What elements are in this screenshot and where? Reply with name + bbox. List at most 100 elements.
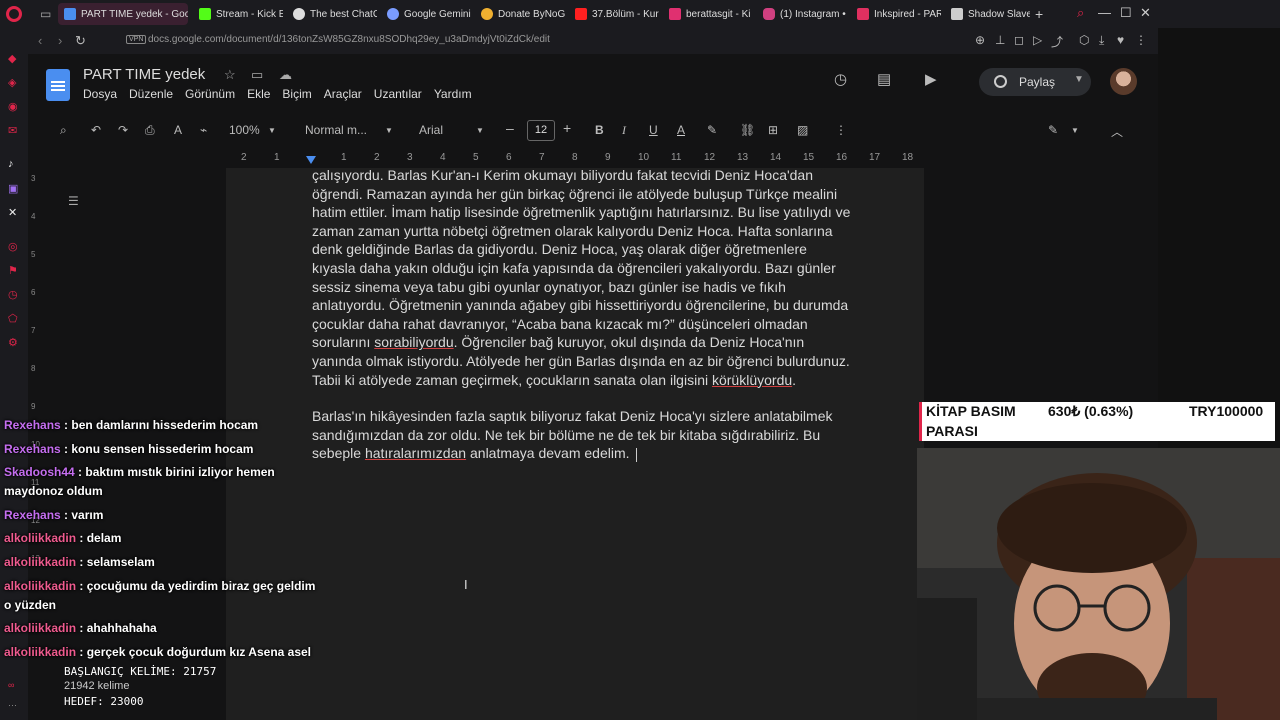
opera-logo[interactable] <box>6 6 22 22</box>
bag-icon[interactable]: ◈ <box>8 76 16 89</box>
maximize-icon[interactable]: ☐ <box>1120 5 1132 21</box>
aria-icon[interactable]: ◆ <box>8 52 16 65</box>
chevron-down-icon[interactable]: ▼ <box>476 126 484 135</box>
document-outline-icon[interactable]: ☰ <box>68 194 79 208</box>
vpn-badge[interactable]: VPN <box>126 35 147 44</box>
text-color-icon[interactable]: A <box>677 123 685 137</box>
document-page[interactable]: çalışıyordu. Barlas Kur'an-ı Kerim okuma… <box>226 166 924 720</box>
extension-icon[interactable]: ⬠ <box>8 312 18 325</box>
chevron-down-icon[interactable]: ▼ <box>1074 74 1084 85</box>
tab-menu-icon[interactable]: ▭ <box>40 7 51 21</box>
tab-youtube[interactable]: 37.Bölüm - Kur <box>569 3 659 25</box>
sidebar-more-icon[interactable]: ⋯ <box>8 700 17 711</box>
avatar[interactable] <box>1110 68 1137 95</box>
reload-icon[interactable]: ↻ <box>75 33 86 49</box>
new-tab-button[interactable]: + <box>1035 3 1055 25</box>
document-title[interactable]: PART TIME yedek <box>83 66 205 83</box>
player-icon[interactable]: ◎ <box>8 240 18 253</box>
tab-google-docs[interactable]: PART TIME yedek - Goog <box>58 3 188 25</box>
chevron-down-icon[interactable]: ▼ <box>1071 126 1079 135</box>
ticker-goal: TRY100000 <box>1189 403 1264 419</box>
twitch-icon[interactable]: ▣ <box>8 182 18 195</box>
forward-icon[interactable]: › <box>58 33 62 48</box>
menu-view[interactable]: Görünüm <box>185 87 235 101</box>
docs-logo-icon[interactable] <box>46 69 70 101</box>
tab-instagram[interactable]: (1) Instagram • <box>757 3 847 25</box>
misspelled-word[interactable]: körüklüyordu <box>712 372 792 388</box>
chevron-down-icon[interactable]: ▼ <box>268 126 276 135</box>
history-icon[interactable]: ◷ <box>8 288 18 301</box>
link-icon[interactable]: ⛓ <box>740 123 755 137</box>
menu-help[interactable]: Yardım <box>434 87 472 101</box>
extensions-icon[interactable]: ⬡ <box>1079 33 1089 47</box>
font-select[interactable]: Arial <box>419 123 443 137</box>
insert-image-icon[interactable]: ▨ <box>797 123 808 137</box>
undo-icon[interactable]: ↶ <box>91 123 101 137</box>
menu-file[interactable]: Dosya <box>83 87 117 101</box>
add-comment-icon[interactable]: ⊞ <box>768 123 778 137</box>
snapshot-icon[interactable]: ◻ <box>1014 33 1024 47</box>
bold-icon[interactable]: B <box>595 123 604 137</box>
close-icon[interactable]: ✕ <box>1140 5 1151 21</box>
tab-shadow-slave[interactable]: Shadow Slave <box>945 3 1030 25</box>
url-field[interactable]: docs.google.com/document/d/136tonZsW85GZ… <box>148 34 550 45</box>
increase-font-icon[interactable]: + <box>563 120 571 136</box>
spellcheck-icon[interactable]: A <box>174 123 182 137</box>
comments-icon[interactable]: ▤ <box>877 70 891 88</box>
menu-extensions[interactable]: Uzantılar <box>374 87 422 101</box>
cloud-status-icon[interactable]: ☁ <box>279 67 292 83</box>
tab-gemini[interactable]: Google Gemini <box>381 3 471 25</box>
indent-marker[interactable] <box>306 156 316 164</box>
print-icon[interactable]: ⎙ <box>145 123 155 138</box>
underline-icon[interactable]: U <box>649 123 658 137</box>
pin-icon[interactable]: ⊥ <box>995 33 1005 47</box>
star-icon[interactable]: ☆ <box>224 67 236 83</box>
highlight-icon[interactable]: ✎ <box>707 123 717 137</box>
version-history-icon[interactable]: ◷ <box>834 70 847 88</box>
search-menus-icon[interactable]: ⌕ <box>60 123 67 138</box>
tab-chatgpt[interactable]: The best ChatG <box>287 3 377 25</box>
paint-format-icon[interactable]: ⌁ <box>200 123 207 137</box>
play-icon[interactable]: ▷ <box>1033 33 1042 47</box>
editing-mode-icon[interactable]: ✎ <box>1048 123 1058 137</box>
bookmark-icon[interactable]: ⚑ <box>8 264 18 277</box>
settings-icon[interactable]: ⚙ <box>8 336 18 349</box>
share-icon[interactable]: ⤴ <box>1051 33 1063 50</box>
zoom-icon[interactable]: ⊕ <box>975 33 985 47</box>
tab-kick-berat[interactable]: berattasgit - Ki <box>663 3 753 25</box>
meet-icon[interactable]: ▶ <box>925 70 937 88</box>
move-folder-icon[interactable]: ▭ <box>251 67 263 83</box>
collapse-toolbar-icon[interactable]: ︿ <box>1111 123 1123 140</box>
search-icon[interactable]: ⌕ <box>1077 5 1084 21</box>
x-icon[interactable]: ✕ <box>8 206 17 219</box>
menu-edit[interactable]: Düzenle <box>129 87 173 101</box>
menu-insert[interactable]: Ekle <box>247 87 270 101</box>
decrease-font-icon[interactable]: – <box>506 120 514 136</box>
tab-inkspired[interactable]: Inkspired - PAR <box>851 3 941 25</box>
zoom-select[interactable]: 100% <box>229 123 260 137</box>
minimize-icon[interactable]: — <box>1098 5 1111 20</box>
style-select[interactable]: Normal m... <box>305 123 367 137</box>
chevron-down-icon[interactable]: ▼ <box>385 126 393 135</box>
messenger-icon[interactable]: ◉ <box>8 100 18 113</box>
share-button[interactable]: Paylaş ▼ <box>979 68 1091 96</box>
back-icon[interactable]: ‹ <box>38 33 42 48</box>
misspelled-word[interactable]: sorabiliyordu <box>374 334 453 350</box>
menu-tools[interactable]: Araçlar <box>324 87 362 101</box>
document-body[interactable]: çalışıyordu. Barlas Kur'an-ı Kerim okuma… <box>312 166 852 481</box>
menu-icon[interactable]: ⋮ <box>1135 33 1147 47</box>
more-options-icon[interactable]: ⋮ <box>835 123 847 137</box>
mail-icon[interactable]: ✉ <box>8 124 17 137</box>
more-icon[interactable]: ∞ <box>8 680 14 690</box>
menu-format[interactable]: Biçim <box>282 87 311 101</box>
misspelled-word[interactable]: hatıralarımızdan <box>365 445 466 461</box>
tab-kick[interactable]: Stream - Kick E <box>193 3 283 25</box>
italic-icon[interactable]: I <box>622 123 626 138</box>
heart-icon[interactable]: ♥ <box>1117 33 1124 47</box>
redo-icon[interactable]: ↷ <box>118 123 128 137</box>
download-icon[interactable]: ⤓ <box>1099 33 1104 48</box>
tiktok-icon[interactable]: ♪ <box>8 158 14 170</box>
tab-bynogame[interactable]: Donate ByNoG <box>475 3 565 25</box>
ruler-number: 8 <box>572 152 578 163</box>
font-size-input[interactable]: 12 <box>527 120 555 141</box>
